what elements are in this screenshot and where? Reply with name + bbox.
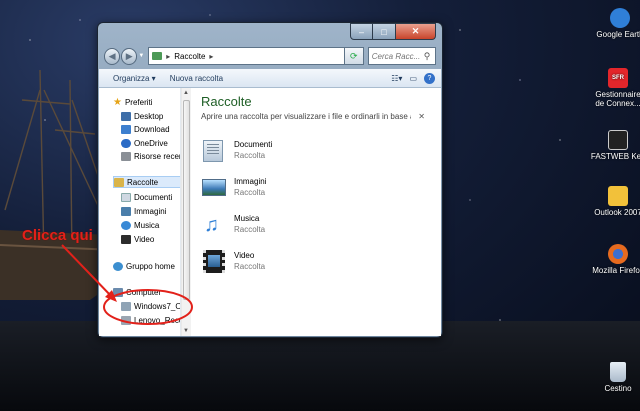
annotation-overlay <box>61 244 193 325</box>
desktop: Google Earth SFR Gestionnaire de Connex.… <box>0 0 640 411</box>
